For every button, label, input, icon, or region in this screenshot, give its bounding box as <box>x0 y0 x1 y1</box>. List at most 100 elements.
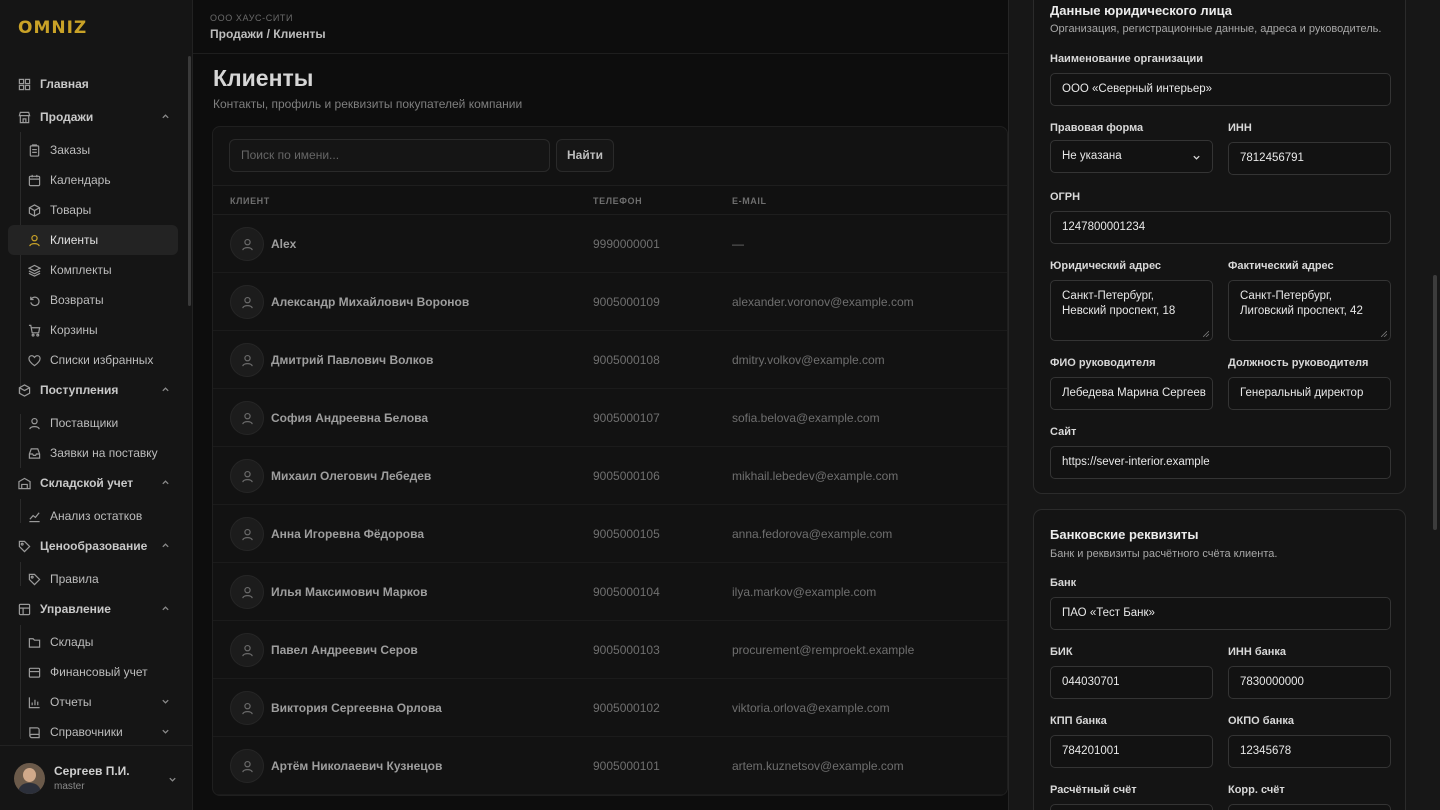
sidebar-item-stock-analysis[interactable]: Анализ остатков <box>8 501 178 531</box>
page-title: Клиенты <box>213 65 314 91</box>
kpp-field[interactable]: 784201001 <box>1050 735 1213 768</box>
drawer-scrollbar[interactable] <box>1433 275 1437 530</box>
sidebar-item-finance[interactable]: Финансовый учет <box>8 657 178 687</box>
layers-icon <box>28 264 41 277</box>
page-subtitle: Контакты, профиль и реквизиты покупателе… <box>213 97 523 111</box>
client-avatar <box>230 343 264 377</box>
director-position-label: Должность руководителя <box>1228 357 1369 369</box>
account-field[interactable] <box>1050 804 1213 810</box>
sidebar-item-management[interactable]: Управление <box>8 594 178 624</box>
client-avatar <box>230 517 264 551</box>
chevron-up-icon <box>162 114 169 119</box>
sidebar-item-orders[interactable]: Заказы <box>8 135 178 165</box>
sidebar-item-supply-requests[interactable]: Заявки на поставку <box>8 438 178 468</box>
sidebar-item-label: Управление <box>40 602 111 616</box>
sidebar-item-carts[interactable]: Корзины <box>8 315 178 345</box>
find-button[interactable]: Найти <box>556 139 614 172</box>
website-field[interactable]: https://sever-interior.example <box>1050 446 1391 479</box>
user-icon <box>242 702 253 715</box>
sidebar-item-label: Списки избранных <box>50 353 154 367</box>
inn-field[interactable]: 7812456791 <box>1228 142 1391 175</box>
column-header-phone[interactable]: ТЕЛЕФОН <box>593 196 642 206</box>
sidebar-item-label: Товары <box>50 203 92 217</box>
omniz-logo[interactable]: OMNIZ <box>18 18 87 38</box>
table-row[interactable]: Виктория Сергеевна Орлова 9005000102 vik… <box>213 679 1007 737</box>
sidebar-item-clients[interactable]: Клиенты <box>8 225 178 255</box>
sidebar-item-receipts[interactable]: Поступления <box>8 375 178 405</box>
resize-handle-icon[interactable] <box>1203 331 1209 337</box>
user-icon <box>242 644 253 657</box>
sidebar-item-pricing[interactable]: Ценообразование <box>8 531 178 561</box>
okpo-field[interactable]: 12345678 <box>1228 735 1391 768</box>
director-position-field[interactable]: Генеральный директор <box>1228 377 1391 410</box>
ogrn-field[interactable]: 1247800001234 <box>1050 211 1391 244</box>
bank-section-subtitle: Банк и реквизиты расчётного счёта клиент… <box>1050 548 1278 560</box>
sidebar-item-label: Анализ остатков <box>50 509 143 523</box>
client-phone: 9005000102 <box>593 701 660 715</box>
table-row[interactable]: Анна Игоревна Фёдорова 9005000105 anna.f… <box>213 505 1007 563</box>
table-row[interactable]: Alex 9990000001 — <box>213 215 1007 273</box>
table-row[interactable]: Михаил Олегович Лебедев 9005000106 mikha… <box>213 447 1007 505</box>
legal-form-select[interactable]: Не указана <box>1050 140 1213 173</box>
sidebar-item-directories[interactable]: Справочники <box>8 717 178 747</box>
director-name-label: ФИО руководителя <box>1050 357 1156 369</box>
sidebar-item-warehouse[interactable]: Складской учет <box>8 468 178 498</box>
heart-icon <box>28 354 41 366</box>
bank-field[interactable]: ПАО «Тест Банк» <box>1050 597 1391 630</box>
home-icon <box>18 78 31 90</box>
client-email: sofia.belova@example.com <box>732 411 880 425</box>
sidebar-item-returns[interactable]: Возвраты <box>8 285 178 315</box>
table-row[interactable]: Александр Михайлович Воронов 9005000109 … <box>213 273 1007 331</box>
bank-label: Банк <box>1050 577 1077 589</box>
sidebar-item-products[interactable]: Товары <box>8 195 178 225</box>
client-avatar <box>230 285 264 319</box>
sidebar-item-wishlists[interactable]: Списки избранных <box>8 345 178 375</box>
client-email: — <box>732 237 744 251</box>
column-header-client[interactable]: КЛИЕНТ <box>230 196 270 206</box>
client-avatar <box>230 575 264 609</box>
sidebar-item-home[interactable]: Главная <box>8 69 178 99</box>
sidebar-item-label: Склады <box>50 635 94 649</box>
sidebar-item-label: Главная <box>40 77 89 91</box>
resize-handle-icon[interactable] <box>1381 331 1387 337</box>
user-icon <box>242 470 253 483</box>
sidebar-item-label: Поставщики <box>50 416 119 430</box>
table-row[interactable]: Дмитрий Павлович Волков 9005000108 dmitr… <box>213 331 1007 389</box>
sidebar-item-warehouses[interactable]: Склады <box>8 627 178 657</box>
user-menu[interactable]: Сергеев П.И. master <box>0 745 193 810</box>
chevron-up-icon <box>162 543 169 548</box>
column-header-email[interactable]: E-MAIL <box>732 196 767 206</box>
sidebar-scrollbar[interactable] <box>188 56 191 306</box>
corr-account-field[interactable] <box>1228 804 1391 810</box>
client-name: Анна Игоревна Фёдорова <box>271 527 425 541</box>
bik-field[interactable]: 044030701 <box>1050 666 1213 699</box>
account-label: Расчётный счёт <box>1050 784 1137 796</box>
bank-inn-field[interactable]: 7830000000 <box>1228 666 1391 699</box>
sidebar-item-calendar[interactable]: Календарь <box>8 165 178 195</box>
table-row[interactable]: Илья Максимович Марков 9005000104 ilya.m… <box>213 563 1007 621</box>
client-name: Александр Михайлович Воронов <box>271 295 470 309</box>
sidebar-item-label: Календарь <box>50 173 111 187</box>
sidebar-item-rules[interactable]: Правила <box>8 564 178 594</box>
table-row[interactable]: София Андреевна Белова 9005000107 sofia.… <box>213 389 1007 447</box>
client-name: София Андреевна Белова <box>271 411 429 425</box>
client-email: dmitry.volkov@example.com <box>732 353 885 367</box>
sidebar-item-suppliers[interactable]: Поставщики <box>8 408 178 438</box>
org-name-field[interactable]: ООО «Северный интерьер» <box>1050 73 1391 106</box>
director-name-field[interactable]: Лебедева Марина Сергеев <box>1050 377 1213 410</box>
legal-address-value: Санкт-Петербург, Невский проспект, 18 <box>1062 290 1176 317</box>
user-icon <box>242 412 253 425</box>
client-name: Дмитрий Павлович Волков <box>271 353 434 367</box>
table-row[interactable]: Павел Андреевич Серов 9005000103 procure… <box>213 621 1007 679</box>
avatar <box>14 762 45 794</box>
sidebar-item-bundles[interactable]: Комплекты <box>8 255 178 285</box>
inn-label: ИНН <box>1228 122 1252 134</box>
actual-address-field[interactable]: Санкт-Петербург, Лиговский проспект, 42 <box>1228 280 1391 341</box>
user-icon <box>242 586 253 599</box>
sidebar-item-label: Продажи <box>40 110 94 124</box>
search-input[interactable]: Поиск по имени... <box>229 139 550 172</box>
legal-address-field[interactable]: Санкт-Петербург, Невский проспект, 18 <box>1050 280 1213 341</box>
sidebar-item-sales[interactable]: Продажи <box>8 102 178 132</box>
table-row[interactable]: Артём Николаевич Кузнецов 9005000101 art… <box>213 737 1007 795</box>
sidebar-item-reports[interactable]: Отчеты <box>8 687 178 717</box>
